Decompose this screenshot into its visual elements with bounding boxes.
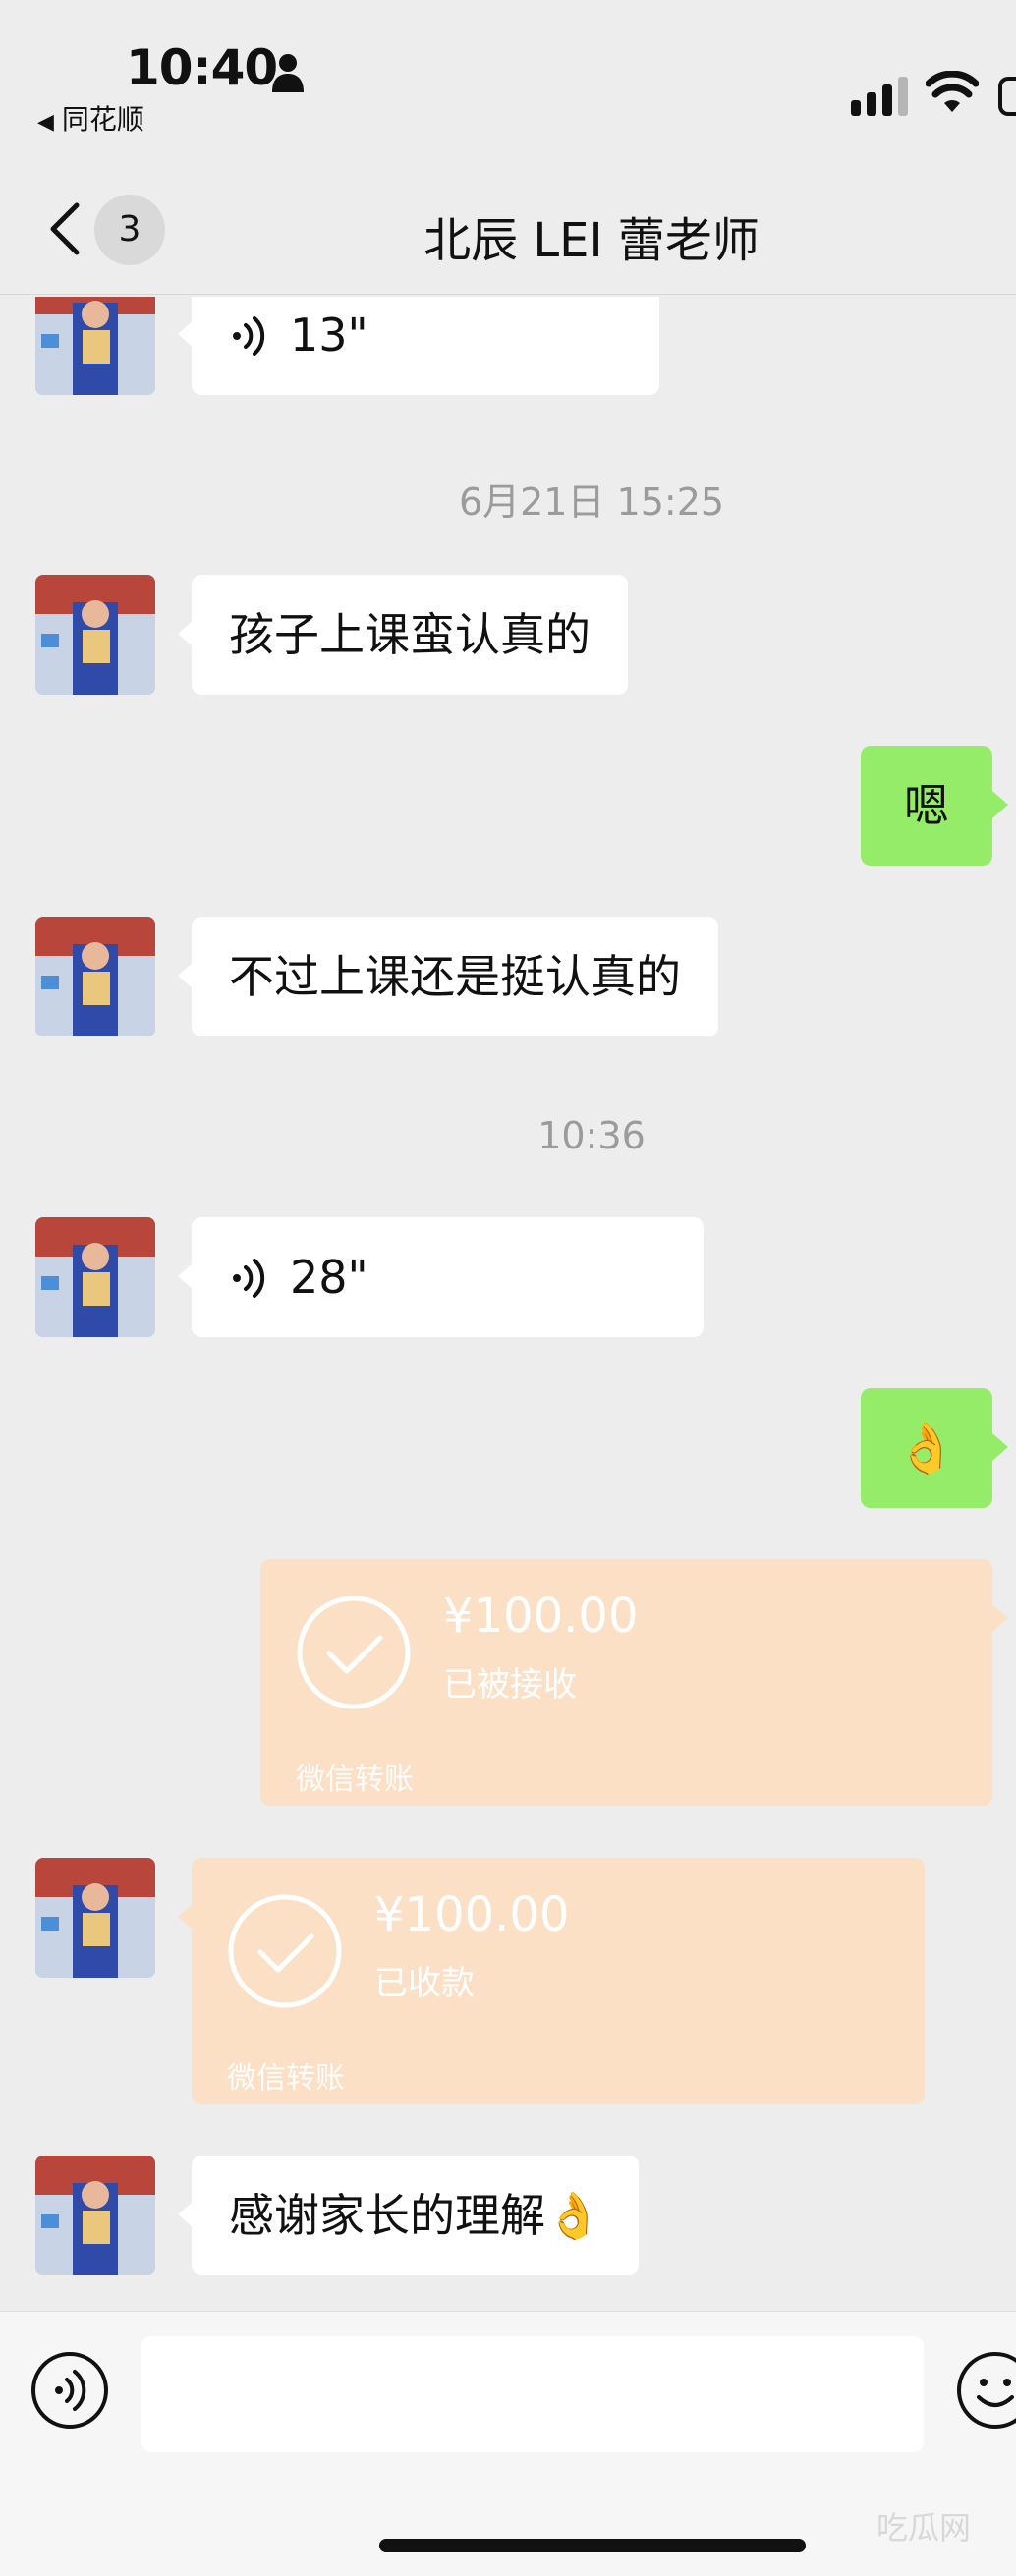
contact-avatar[interactable] bbox=[35, 575, 155, 695]
timestamp: 10:36 bbox=[0, 1114, 1016, 1157]
timestamp-text: 6月21日 15:25 bbox=[458, 480, 725, 524]
incoming-text-message[interactable]: 孩子上课蛮认真的 bbox=[178, 575, 628, 695]
cellular-signal-icon bbox=[851, 77, 908, 116]
voice-wave-icon bbox=[233, 1258, 265, 1298]
contact-avatar[interactable] bbox=[35, 917, 155, 1036]
back-app-label: 同花顺 bbox=[61, 103, 144, 136]
home-indicator[interactable] bbox=[379, 2539, 806, 2552]
voice-duration: 28" bbox=[290, 1251, 368, 1304]
back-to-app-link[interactable]: ◀ 同花顺 bbox=[37, 98, 144, 138]
transfer-footer: 微信转账 bbox=[227, 2061, 345, 2096]
transfer-amount: ¥100.00 bbox=[374, 1887, 570, 1942]
timestamp-text: 10:36 bbox=[537, 1114, 646, 1157]
timestamp: 6月21日 15:25 bbox=[0, 472, 1016, 526]
back-triangle-icon: ◀ bbox=[37, 110, 54, 135]
incoming-voice-message[interactable]: 28" bbox=[178, 1217, 704, 1337]
battery-icon bbox=[998, 77, 1016, 116]
watermark: 吃瓜网 bbox=[876, 2509, 972, 2547]
check-circle-icon bbox=[228, 1894, 342, 2008]
voice-duration: 13" bbox=[290, 308, 368, 362]
contact-avatar[interactable] bbox=[35, 1858, 155, 1978]
chat-title: 北辰 LEI 蕾老师 bbox=[423, 213, 760, 268]
transfer-footer: 微信转账 bbox=[296, 1763, 414, 1797]
contact-avatar[interactable] bbox=[35, 1217, 155, 1337]
wifi-icon bbox=[926, 71, 979, 112]
voice-input-icon[interactable] bbox=[29, 2350, 110, 2431]
transfer-amount: ¥100.00 bbox=[443, 1589, 639, 1644]
check-circle-icon bbox=[297, 1596, 411, 1709]
voice-wave-icon bbox=[233, 315, 265, 356]
contact-avatar[interactable] bbox=[35, 2156, 155, 2275]
chat-title-row: 北辰 LEI 蕾老师 bbox=[0, 201, 1016, 270]
incoming-text-message[interactable]: 不过上课还是挺认真的 bbox=[178, 917, 718, 1036]
outgoing-text-message[interactable]: 嗯 bbox=[861, 746, 1008, 866]
person-icon bbox=[272, 54, 304, 92]
outgoing-transfer-card[interactable]: ¥100.00 已被接收 微信转账 bbox=[260, 1559, 1008, 1806]
emoji-icon[interactable] bbox=[955, 2350, 1016, 2431]
incoming-transfer-card[interactable]: ¥100.00 已收款 微信转账 bbox=[178, 1858, 925, 2104]
outgoing-emoji-message[interactable]: 👌 bbox=[861, 1388, 1008, 1508]
transfer-status: 已收款 bbox=[374, 1964, 475, 2003]
incoming-text-message[interactable]: 感谢家长的理解👌 bbox=[177, 2156, 640, 2275]
transfer-status: 已被接收 bbox=[443, 1665, 577, 1705]
status-time: 10:40 bbox=[126, 39, 278, 96]
status-bar: 10:40 ◀ 同花顺 bbox=[0, 0, 1016, 147]
message-input[interactable] bbox=[141, 2336, 924, 2452]
